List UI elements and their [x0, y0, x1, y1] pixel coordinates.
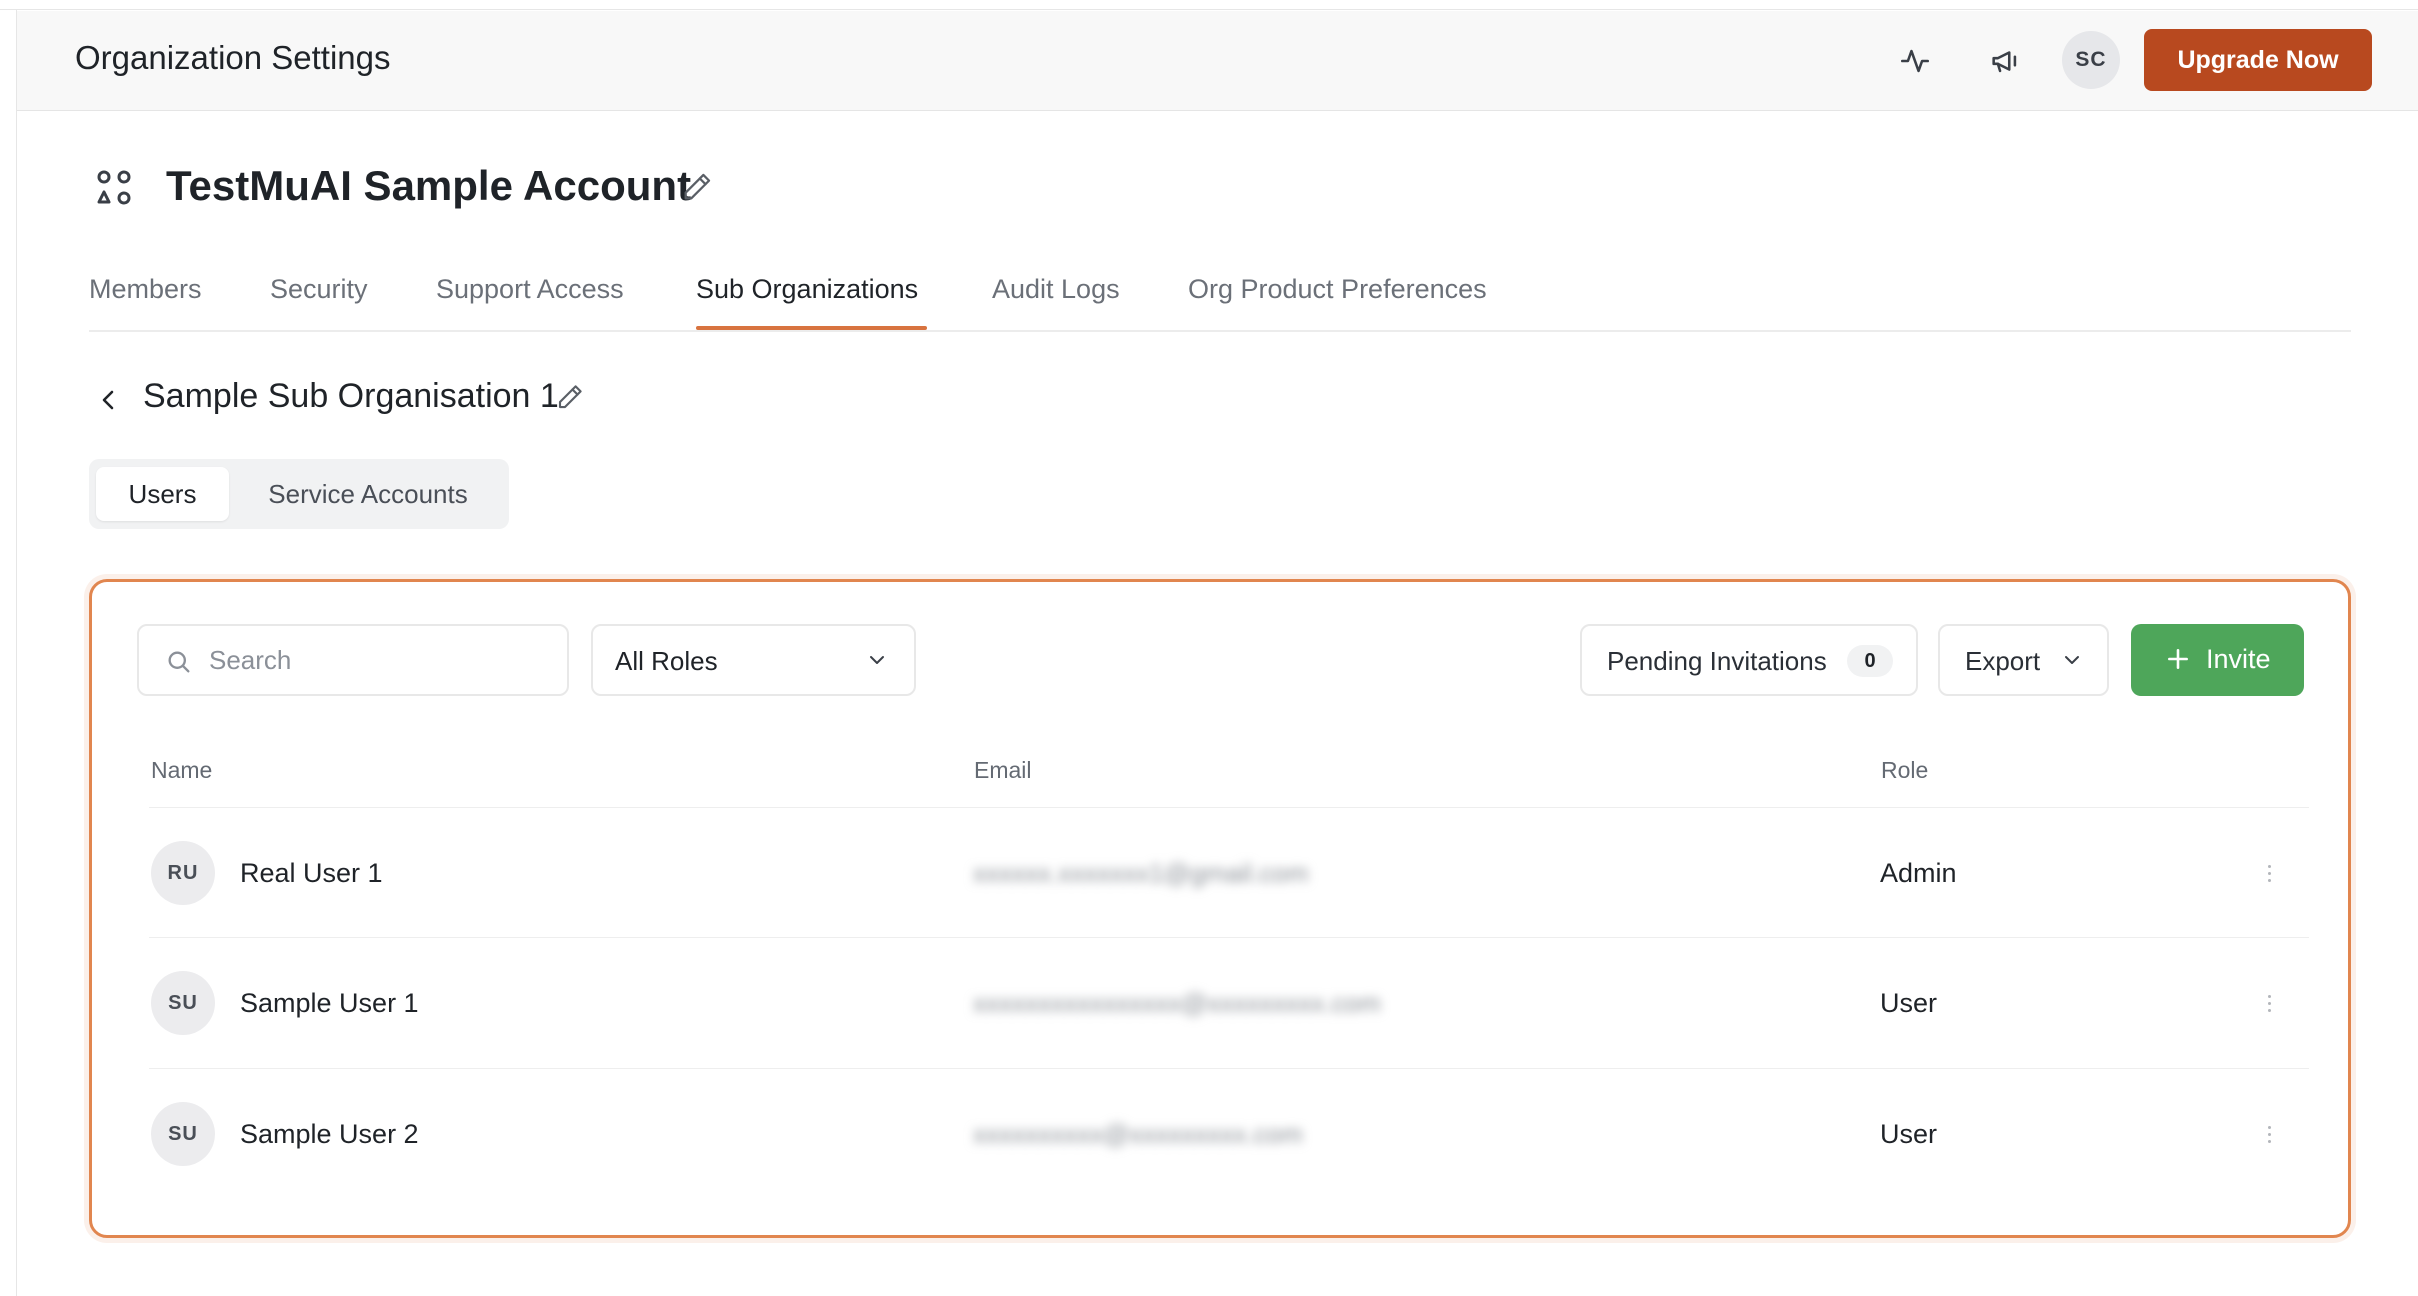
row-more-icon[interactable] — [2259, 1117, 2279, 1151]
plus-icon — [2165, 646, 2191, 672]
page-title: Organization Settings — [75, 39, 391, 76]
user-name: Sample User 1 — [240, 988, 419, 1018]
column-header-role: Role — [1881, 757, 1929, 783]
segment-service-accounts[interactable]: Service Accounts — [233, 467, 503, 521]
user-email: xxxxxxxxxx@xxxxxxxxx.com — [973, 1119, 1303, 1149]
table-row: RU Real User 1 xxxxxx.xxxxxxx1@gmail.com… — [149, 807, 2309, 937]
column-header-name: Name — [151, 757, 213, 783]
avatar: SU — [151, 1102, 215, 1166]
user-name: Real User 1 — [240, 858, 383, 888]
megaphone-icon[interactable] — [1983, 39, 2027, 83]
user-avatar[interactable]: SC — [2062, 31, 2120, 89]
role-filter-select[interactable]: All Roles — [591, 624, 916, 696]
search-input[interactable] — [209, 640, 549, 680]
user-email: xxxxxx.xxxxxxx1@gmail.com — [973, 858, 1309, 888]
pending-count-badge: 0 — [1847, 645, 1893, 677]
table-row: SU Sample User 1 xxxxxxxxxxxxxxxx@xxxxxx… — [149, 937, 2309, 1067]
pending-invitations-button[interactable]: Pending Invitations 0 — [1580, 624, 1918, 696]
user-name: Sample User 2 — [240, 1119, 419, 1149]
chevron-down-icon — [865, 648, 889, 672]
tab-members[interactable]: Members — [89, 274, 202, 305]
pending-invitations-label: Pending Invitations — [1607, 646, 1827, 676]
edit-org-name-icon[interactable] — [680, 170, 714, 204]
role-filter-value: All Roles — [615, 646, 718, 676]
tab-security[interactable]: Security — [270, 274, 368, 305]
settings-tabs: Members Security Support Access Sub Orga… — [89, 270, 2351, 332]
invite-label: Invite — [2206, 644, 2271, 674]
edit-sub-org-name-icon[interactable] — [555, 382, 585, 412]
active-tab-indicator — [696, 326, 927, 330]
table-row: SU Sample User 2 xxxxxxxxxx@xxxxxxxxx.co… — [149, 1068, 2309, 1198]
apps-icon — [94, 168, 134, 208]
export-dropdown[interactable]: Export — [1938, 624, 2109, 696]
top-header: Organization Settings SC Upgrade Now — [17, 11, 2418, 111]
users-table-card: All Roles Pending Invitations 0 Export I… — [89, 579, 2351, 1238]
segment-users[interactable]: Users — [96, 467, 229, 521]
avatar: RU — [151, 841, 215, 905]
chevron-down-icon — [2060, 648, 2084, 672]
user-role: User — [1880, 988, 1938, 1018]
activity-icon[interactable] — [1893, 39, 1937, 83]
tab-sub-organizations[interactable]: Sub Organizations — [696, 274, 918, 305]
users-service-accounts-toggle: Users Service Accounts — [89, 459, 509, 529]
export-label: Export — [1965, 646, 2041, 676]
tab-support-access[interactable]: Support Access — [436, 274, 624, 305]
upgrade-now-button[interactable]: Upgrade Now — [2144, 29, 2372, 91]
user-email: xxxxxxxxxxxxxxxx@xxxxxxxxx.com — [973, 988, 1381, 1018]
user-role: Admin — [1880, 858, 1957, 888]
invite-button[interactable]: Invite — [2131, 624, 2304, 696]
back-chevron-icon[interactable] — [94, 380, 122, 420]
avatar: SU — [151, 971, 215, 1035]
search-field[interactable] — [137, 624, 569, 696]
row-more-icon[interactable] — [2259, 986, 2279, 1020]
tab-audit-logs[interactable]: Audit Logs — [992, 274, 1120, 305]
user-role: User — [1880, 1119, 1938, 1149]
search-icon — [165, 648, 193, 676]
tab-org-product-preferences[interactable]: Org Product Preferences — [1188, 274, 1487, 305]
left-divider — [16, 10, 17, 1296]
row-more-icon[interactable] — [2259, 856, 2279, 890]
sub-organization-title: Sample Sub Organisation 1 — [143, 377, 559, 415]
organization-name: TestMuAI Sample Account — [166, 162, 692, 209]
window-top-edge — [0, 0, 2418, 10]
column-header-email: Email — [974, 757, 1032, 783]
